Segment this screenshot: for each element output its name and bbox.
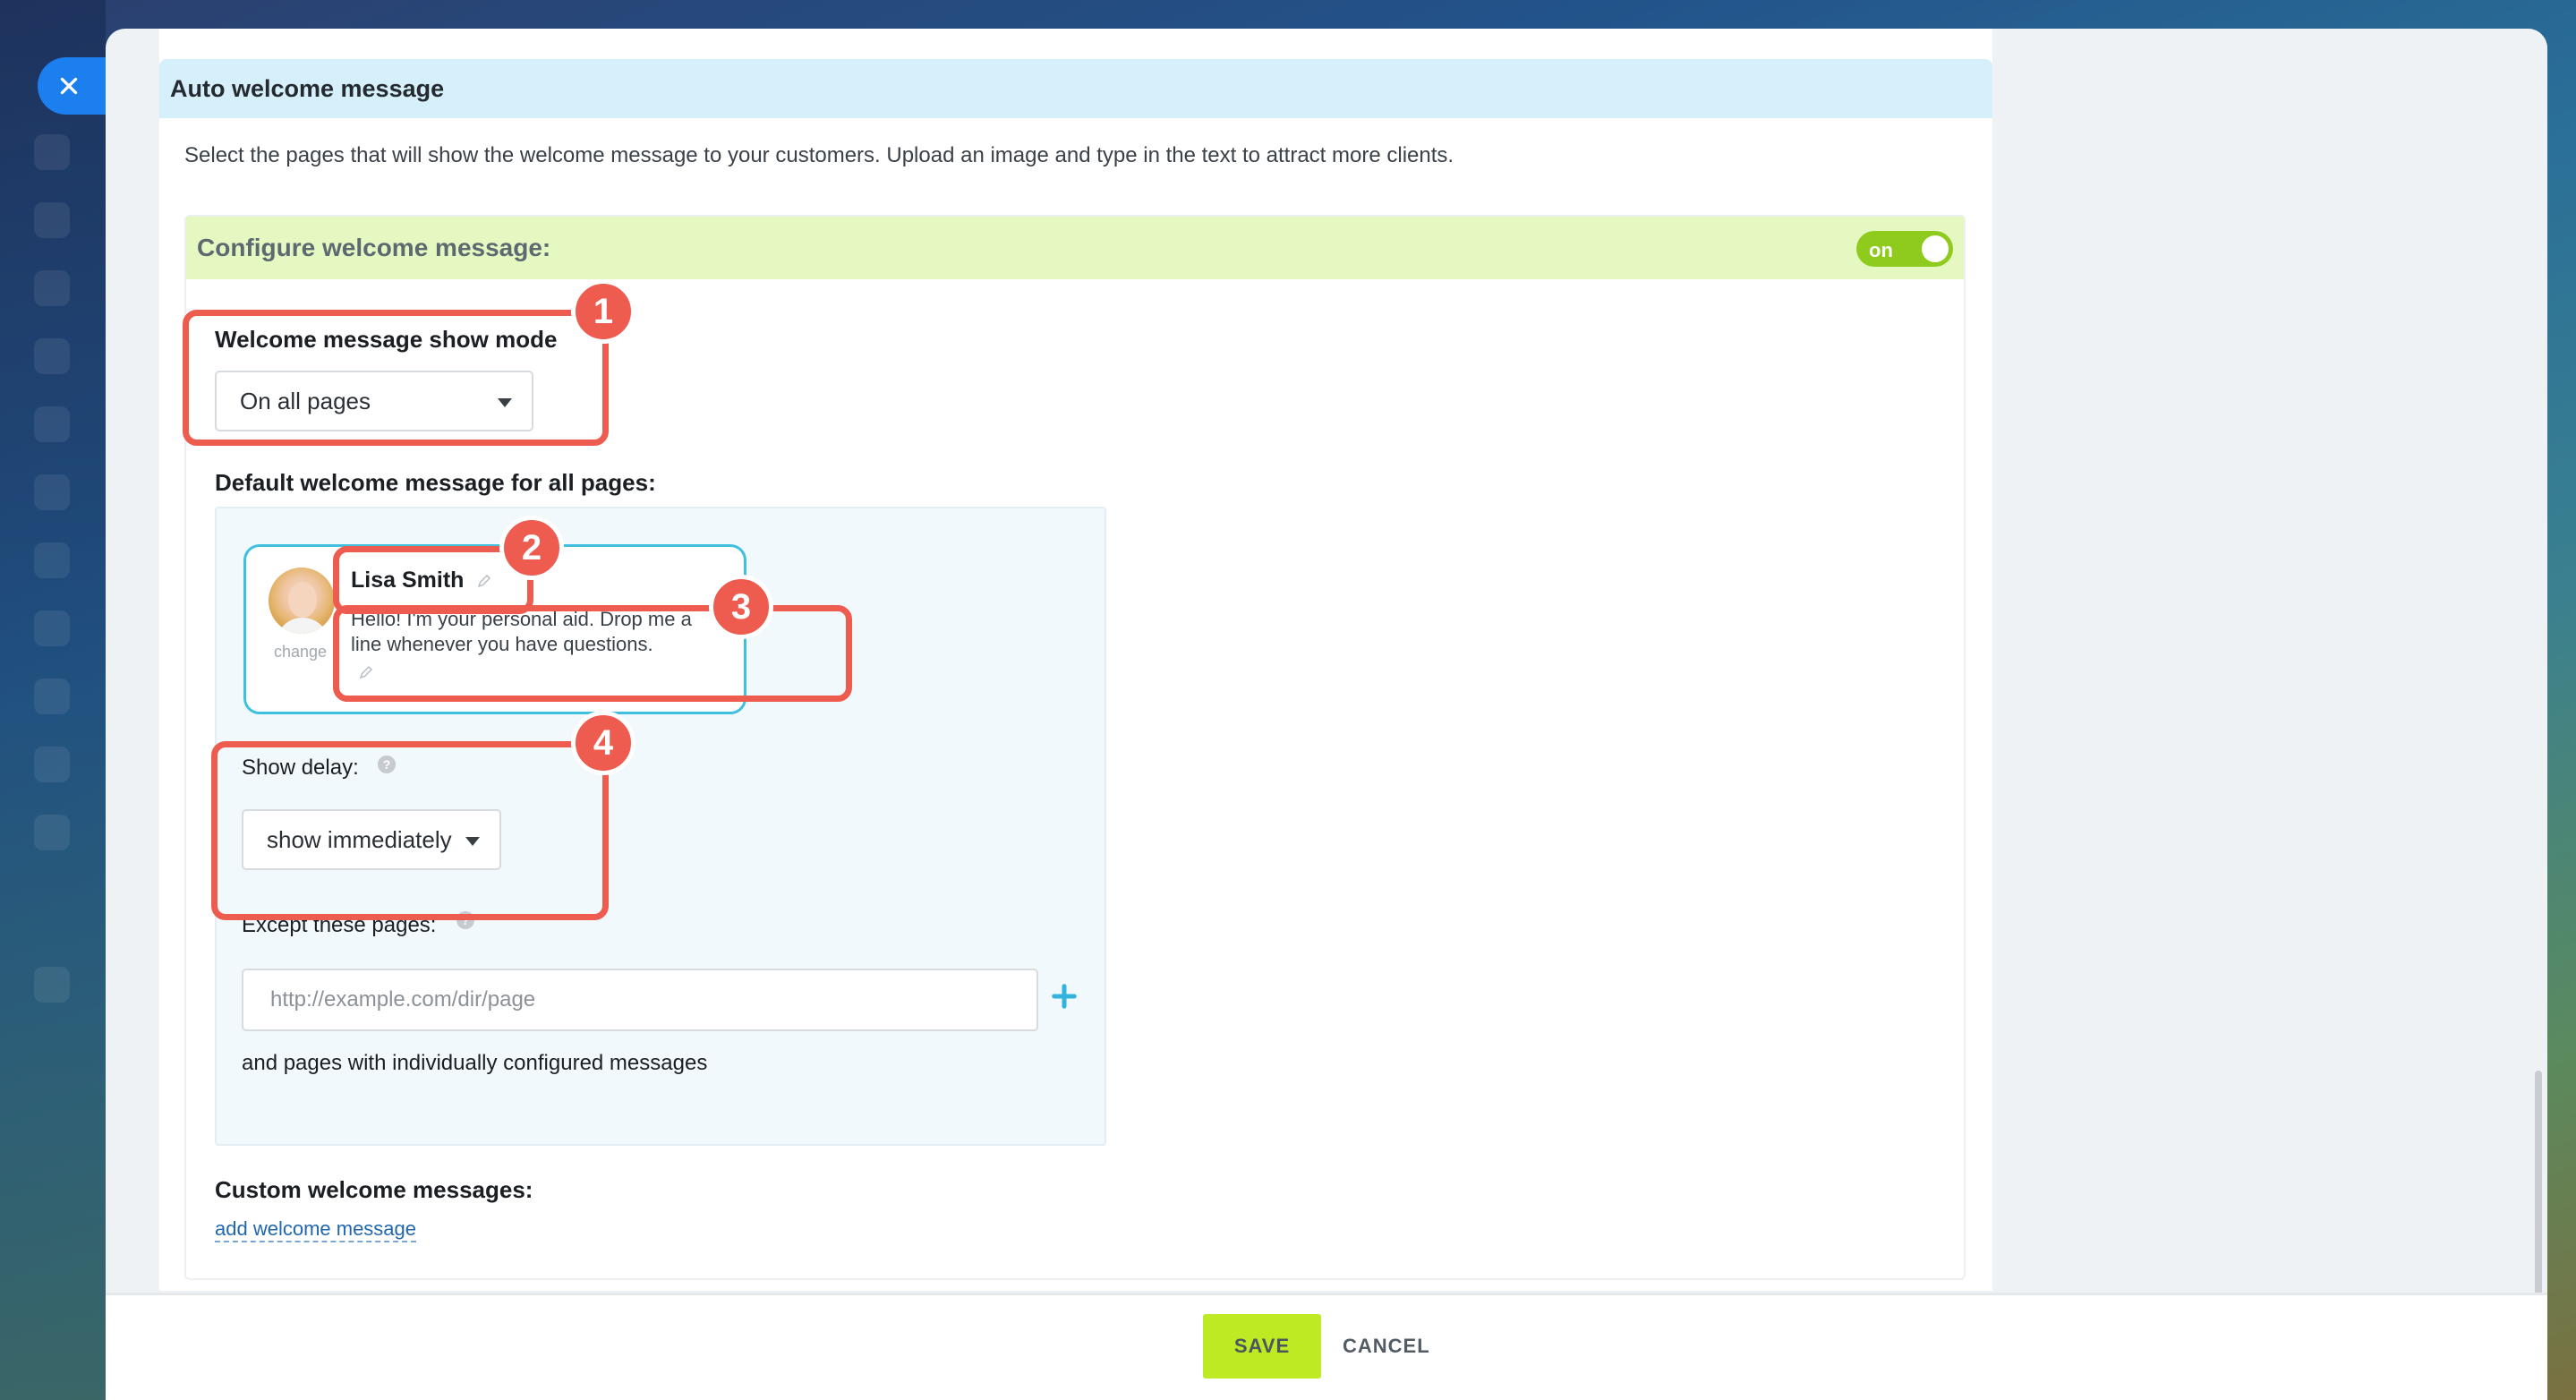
- save-button[interactable]: SAVE: [1203, 1314, 1321, 1379]
- section-title: Auto welcome message: [170, 74, 445, 102]
- avatar-face: [288, 582, 317, 618]
- except-pages-input[interactable]: [242, 969, 1038, 1031]
- section-header: Auto welcome message: [159, 59, 1992, 118]
- sidebar-icon: [34, 815, 70, 850]
- sidebar-icon: [34, 542, 70, 578]
- annotation-badge-3: 3: [709, 575, 773, 639]
- background-sidebar: [0, 0, 106, 1400]
- sidebar-icon: [34, 338, 70, 374]
- annotation-badge-2: 2: [499, 516, 564, 580]
- except-pages-note: and pages with individually configured m…: [242, 1051, 708, 1075]
- toggle-knob: [1922, 235, 1949, 262]
- sidebar-icon: [34, 134, 70, 170]
- right-gutter: [2012, 29, 2547, 1400]
- custom-messages-label: Custom welcome messages:: [215, 1176, 533, 1203]
- footer-bar: [106, 1293, 2547, 1400]
- annotation-highlight-1: [183, 310, 609, 446]
- section-description: Select the pages that will show the welc…: [184, 143, 1454, 167]
- add-welcome-message-link[interactable]: add welcome message: [215, 1217, 417, 1242]
- change-avatar-link[interactable]: change: [274, 643, 327, 662]
- plus-icon[interactable]: [1051, 983, 1078, 1010]
- annotation-highlight-3: [333, 605, 852, 702]
- annotation-badge-1: 1: [571, 279, 635, 344]
- sidebar-icon: [34, 747, 70, 782]
- sidebar-icon: [34, 967, 70, 1003]
- configure-title: Configure welcome message:: [197, 234, 551, 261]
- default-message-label: Default welcome message for all pages:: [215, 469, 656, 496]
- configure-header: Configure welcome message: on: [186, 217, 1964, 279]
- sidebar-icon: [34, 406, 70, 442]
- welcome-message-toggle[interactable]: on: [1856, 231, 1953, 267]
- sidebar-icon: [34, 474, 70, 510]
- cancel-button[interactable]: CANCEL: [1343, 1314, 1430, 1379]
- avatar-shoulder: [276, 618, 329, 634]
- avatar[interactable]: [269, 568, 335, 634]
- annotation-badge-4: 4: [571, 711, 635, 775]
- sidebar-icon: [34, 270, 70, 306]
- sidebar-icon: [34, 679, 70, 714]
- annotation-highlight-4: [211, 741, 609, 920]
- sidebar-icon: [34, 610, 70, 646]
- close-panel-button[interactable]: [38, 57, 113, 115]
- sidebar-icon: [34, 202, 70, 238]
- close-icon: [60, 77, 78, 95]
- toggle-label: on: [1869, 239, 1893, 261]
- settings-panel: Auto welcome message Select the pages th…: [106, 29, 2547, 1400]
